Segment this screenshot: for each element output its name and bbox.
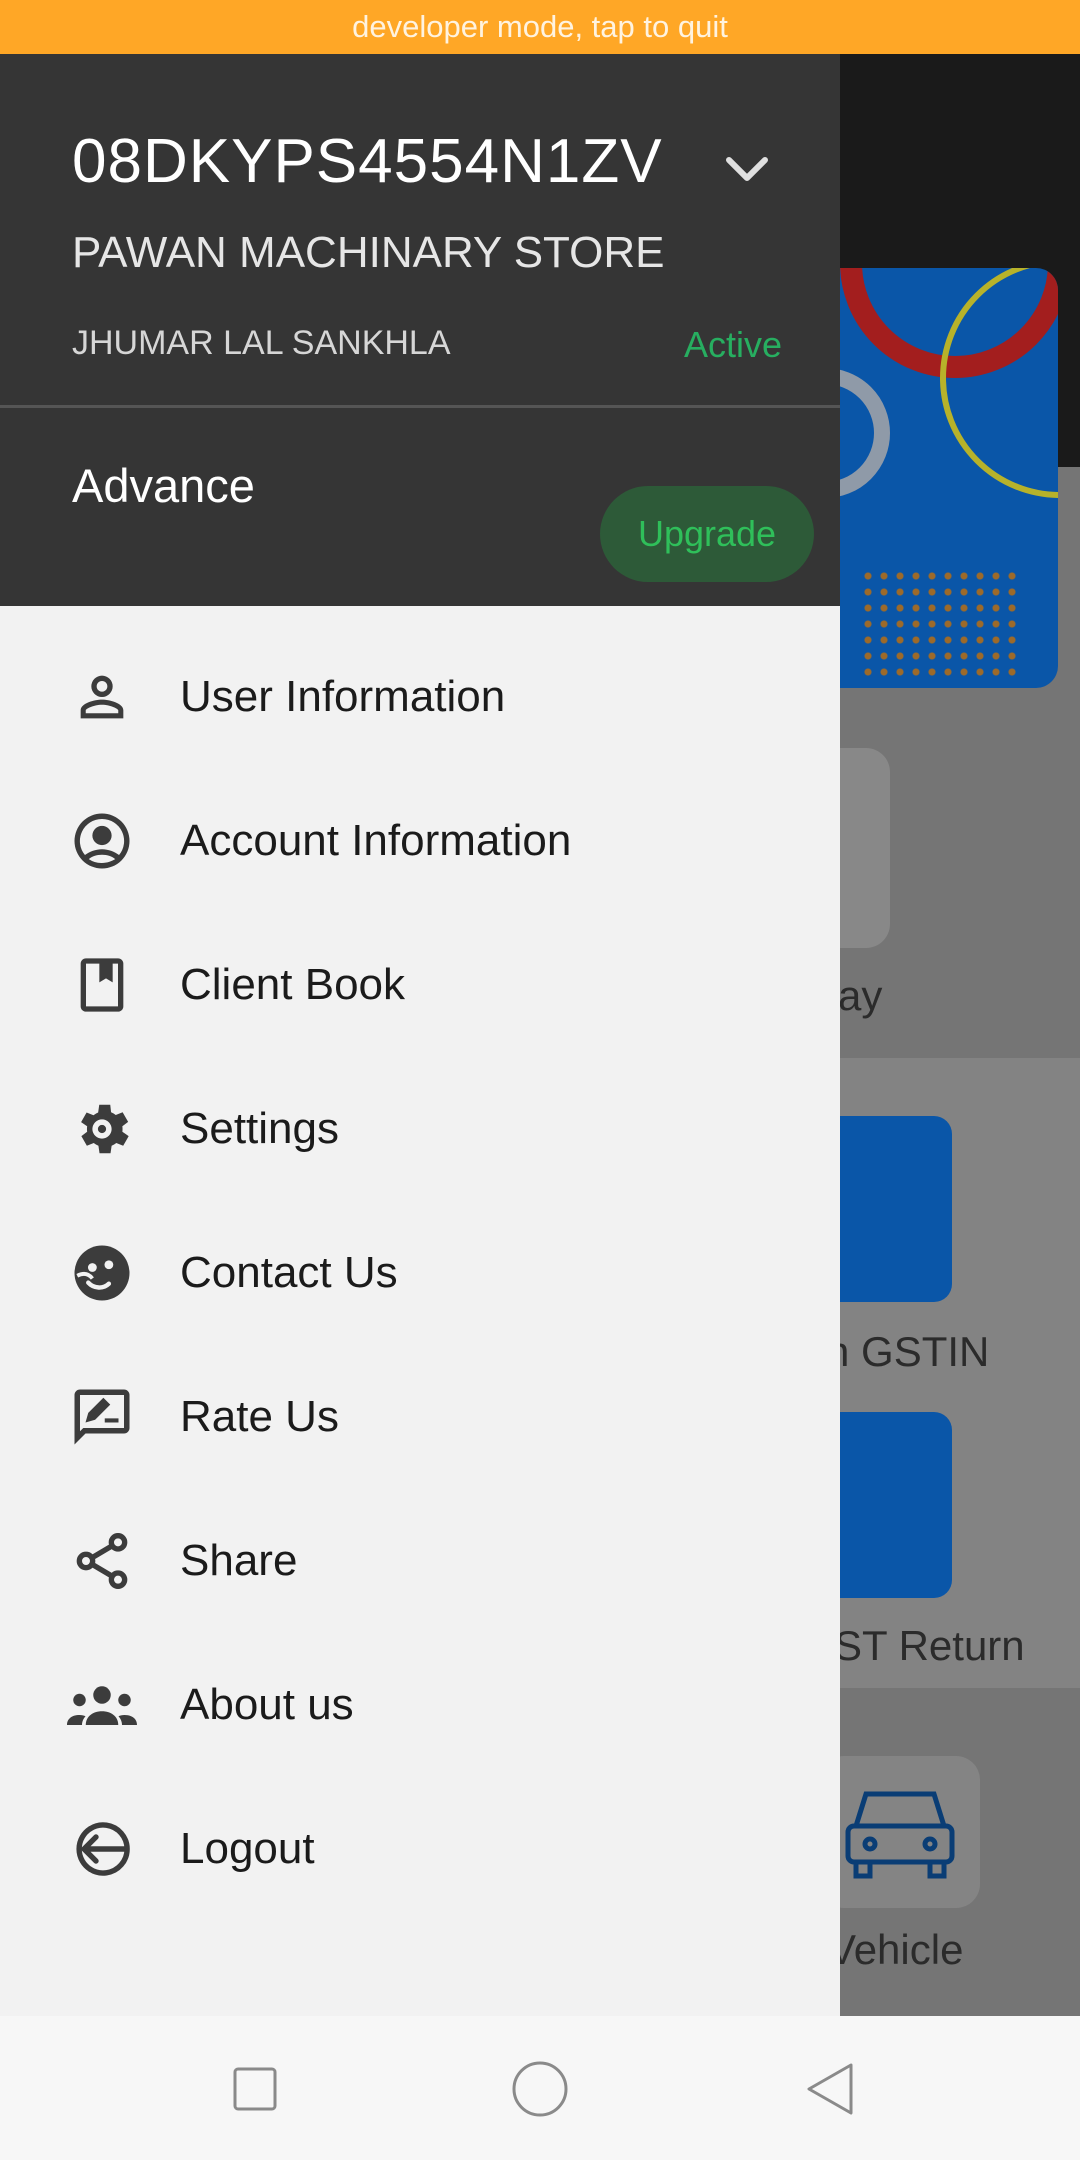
status-badge: Active — [683, 324, 782, 365]
chevron-down-icon[interactable] — [722, 144, 772, 194]
plan-name: Advance — [72, 459, 255, 512]
background-label: ay — [838, 972, 883, 1019]
share-icon — [62, 1521, 142, 1601]
logout-icon — [62, 1809, 142, 1889]
menu-item-user-information[interactable]: User Information — [0, 632, 840, 762]
book-icon — [62, 945, 142, 1025]
navigation-drawer: 08DKYPS4554N1ZV PAWAN MACHINARY STORE JH… — [0, 54, 840, 2016]
menu-item-label: About us — [180, 1680, 354, 1729]
menu-item-contact-us[interactable]: Contact Us — [0, 1208, 840, 1338]
drawer-header: 08DKYPS4554N1ZV PAWAN MACHINARY STORE JH… — [0, 54, 840, 406]
background-label: ST Return — [834, 1622, 1025, 1669]
banner-dots-decoration — [860, 568, 1020, 678]
car-icon — [845, 1791, 955, 1879]
gear-icon — [62, 1089, 142, 1169]
menu-item-settings[interactable]: Settings — [0, 1064, 840, 1194]
menu-item-label: Account Information — [180, 816, 572, 865]
owner-name: JHUMAR LAL SANKHLA — [72, 324, 451, 362]
menu-item-label: Share — [180, 1536, 298, 1585]
circle-icon — [512, 2061, 568, 2117]
plan-row: Advance Upgrade — [0, 408, 840, 606]
upgrade-button[interactable]: Upgrade — [600, 486, 814, 582]
menu-item-label: Client Book — [180, 960, 406, 1009]
store-name: PAWAN MACHINARY STORE — [72, 228, 665, 277]
developer-mode-banner[interactable]: developer mode, tap to quit — [0, 0, 1080, 54]
home-button[interactable] — [505, 2054, 575, 2124]
menu-item-label: Logout — [180, 1824, 315, 1873]
menu-item-client-book[interactable]: Client Book — [0, 920, 840, 1050]
square-icon — [233, 2067, 277, 2111]
menu-item-label: Settings — [180, 1104, 339, 1153]
rate-review-icon — [62, 1377, 142, 1457]
back-button[interactable] — [795, 2054, 865, 2124]
menu-item-share[interactable]: Share — [0, 1496, 840, 1626]
group-icon — [62, 1665, 142, 1745]
menu-item-label: User Information — [180, 672, 506, 721]
menu-item-about-us[interactable]: About us — [0, 1640, 840, 1770]
menu-item-label: Rate Us — [180, 1392, 339, 1441]
triangle-back-icon — [807, 2063, 853, 2115]
background-vehicle-tile — [820, 1756, 980, 1908]
person-icon — [62, 657, 142, 737]
menu-item-account-information[interactable]: Account Information — [0, 776, 840, 906]
menu-item-rate-us[interactable]: Rate Us — [0, 1352, 840, 1482]
account-circle-icon — [62, 801, 142, 881]
recent-apps-button[interactable] — [220, 2054, 290, 2124]
gstin-number: 08DKYPS4554N1ZV — [72, 127, 663, 196]
background-label: n GSTIN — [826, 1328, 990, 1375]
menu-item-label: Contact Us — [180, 1248, 398, 1297]
system-navigation-bar — [0, 2016, 1080, 2160]
background-label: Vehicle — [828, 1926, 964, 1973]
menu-item-logout[interactable]: Logout — [0, 1784, 840, 1914]
support-face-icon — [62, 1233, 142, 1313]
